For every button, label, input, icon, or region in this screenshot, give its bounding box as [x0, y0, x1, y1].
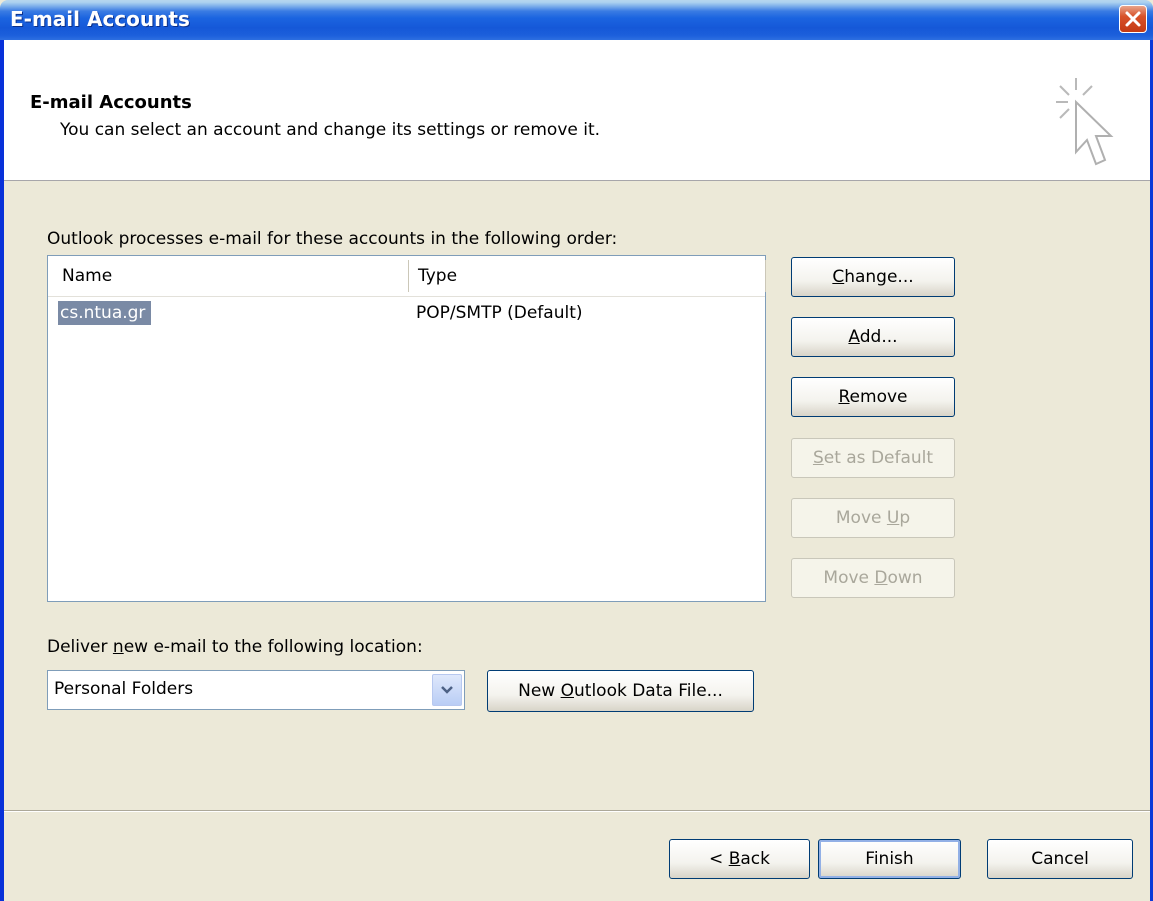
finish-button[interactable]: Finish: [818, 839, 961, 879]
wizard-header: E-mail Accounts You can select an accoun…: [4, 40, 1150, 181]
column-divider[interactable]: [408, 260, 409, 292]
header-subtitle: You can select an account and change its…: [60, 120, 601, 140]
back-button[interactable]: < Back: [669, 839, 810, 879]
new-outlook-data-file-button[interactable]: New Outlook Data File...: [487, 670, 754, 712]
close-button[interactable]: [1119, 5, 1147, 33]
column-header-type[interactable]: Type: [418, 266, 457, 286]
account-row-name[interactable]: cs.ntua.gr: [58, 301, 152, 325]
move-up-button[interactable]: Move Up: [791, 498, 955, 538]
column-header-name[interactable]: Name: [62, 266, 112, 286]
title-bar[interactable]: E-mail Accounts: [0, 0, 1153, 40]
list-header: Name Type: [48, 256, 766, 297]
change-button[interactable]: Change...: [791, 257, 955, 297]
dropdown-button[interactable]: [432, 674, 462, 706]
chevron-down-icon: [441, 686, 453, 694]
delivery-location-value: Personal Folders: [54, 679, 194, 699]
delivery-location-select[interactable]: Personal Folders: [47, 670, 465, 710]
footer-divider: [4, 810, 1150, 812]
set-as-default-button[interactable]: Set as Default: [791, 438, 955, 478]
accounts-intro-label: Outlook processes e-mail for these accou…: [47, 229, 618, 249]
delivery-location-label: Deliver new e-mail to the following loca…: [47, 637, 423, 657]
remove-button[interactable]: Remove: [791, 377, 955, 417]
window-title: E-mail Accounts: [10, 7, 190, 31]
header-title: E-mail Accounts: [30, 92, 192, 113]
column-divider[interactable]: [765, 260, 766, 292]
add-button[interactable]: Add...: [791, 317, 955, 357]
accounts-list[interactable]: Name Type cs.ntua.gr POP/SMTP (Default): [47, 255, 766, 602]
cancel-button[interactable]: Cancel: [987, 839, 1133, 879]
wizard-cursor-icon: [1056, 78, 1114, 166]
close-icon: [1125, 11, 1141, 27]
move-down-button[interactable]: Move Down: [791, 558, 955, 598]
account-row-type[interactable]: POP/SMTP (Default): [416, 301, 583, 325]
